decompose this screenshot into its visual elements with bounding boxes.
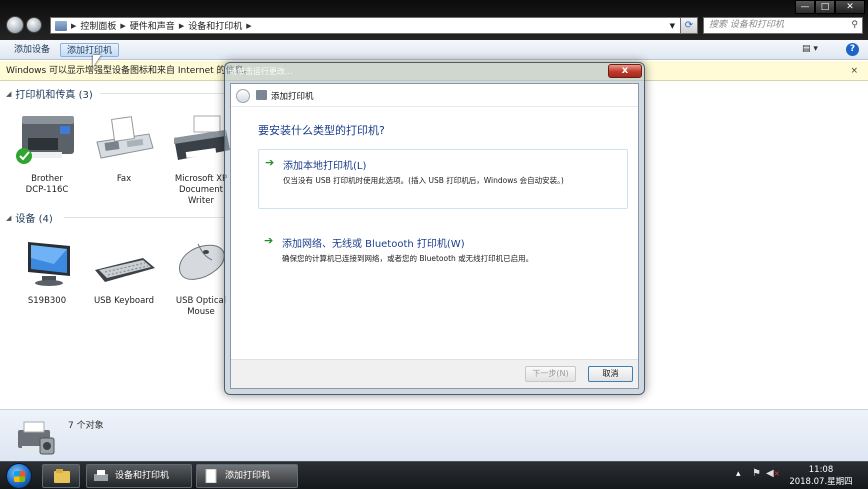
close-button[interactable]: ✕ (835, 0, 865, 14)
document-icon (205, 469, 217, 483)
fax-icon (96, 116, 154, 159)
monitor-icon (28, 242, 70, 286)
breadcrumb-separator: ▶ (178, 21, 185, 30)
task-label: 设备和打印机 (115, 471, 170, 481)
group-divider (64, 217, 224, 218)
device-label: Brother (31, 174, 63, 184)
forward-button[interactable] (26, 17, 42, 33)
device-brother-printer[interactable]: Brother DCP-116C (12, 112, 82, 196)
action-center-flag-icon[interactable]: ⚑ (752, 468, 761, 479)
dialog-close-button[interactable]: x (608, 64, 642, 78)
close-icon[interactable]: × (850, 61, 858, 81)
green-arrow-icon: ➔ (264, 234, 274, 247)
add-printer-button[interactable]: 添加打印机 (60, 43, 120, 57)
object-count: 7 个对象 (68, 421, 104, 431)
collapse-triangle-icon[interactable]: ◢ (6, 214, 11, 222)
device-fax[interactable]: Fax (89, 112, 159, 185)
printer-icon (256, 90, 267, 100)
device-label: DCP-116C (25, 185, 69, 195)
dialog-header: 添加打印机 (231, 84, 638, 107)
wizard-back-button[interactable] (236, 89, 250, 103)
system-clock[interactable]: 11:08 2018.07.星期四 (786, 464, 856, 488)
breadcrumb-separator: ▶ (120, 21, 126, 30)
info-bar-text: Windows 可以显示增强型设备图标和来自 Internet 的信息。 (6, 66, 253, 76)
default-check-icon (16, 148, 32, 164)
folder-icon (55, 20, 67, 31)
device-label: Fax (116, 174, 132, 184)
minimize-button[interactable]: — (795, 0, 815, 14)
group-header-printers[interactable]: ◢ 打印机和传真 (3) (6, 86, 93, 102)
option-title: 添加网络、无线或 Bluetooth 打印机(W) (282, 239, 465, 250)
task-label: 添加打印机 (225, 471, 271, 481)
dialog-client-area: 添加打印机 要安装什么类型的打印机? ➔ 添加本地打印机(L) 仅当没有 USB… (230, 83, 639, 389)
green-arrow-icon: ➔ (265, 156, 275, 169)
clock-time: 11:08 (808, 465, 834, 475)
search-input[interactable]: 搜索 设备和打印机 ⚲ (703, 17, 863, 34)
wizard-question: 要安装什么类型的打印机? (258, 124, 385, 137)
device-label: USB Keyboard (93, 296, 155, 306)
option-description: 仅当没有 USB 打印机时使用此选项。(插入 USB 打印机后，Windows … (283, 176, 564, 185)
show-hidden-icons-chevron-icon[interactable]: ▴ (736, 469, 741, 479)
breadcrumb-control-panel[interactable]: 控制面板 (80, 19, 116, 32)
device-keyboard[interactable]: USB Keyboard (89, 238, 159, 307)
dialog-window-title: 请单击运行更改... (229, 67, 293, 76)
mouse-cursor-icon (93, 55, 101, 67)
add-device-button[interactable]: 添加设备 (8, 43, 56, 57)
address-bar[interactable]: ▶ 控制面板 ▶ 硬件和声音 ▶ 设备和打印机 ▶ ▼ (50, 17, 698, 34)
taskbar-explorer[interactable] (42, 464, 80, 488)
chevron-down-icon[interactable]: ▼ (670, 22, 675, 30)
breadcrumb-separator: ▶ (71, 21, 77, 30)
dialog-footer: 下一步(N) 取消 (231, 359, 638, 388)
back-button[interactable] (6, 16, 24, 34)
help-icon[interactable]: ? (846, 43, 859, 56)
maximize-button[interactable]: □ (815, 0, 835, 14)
title-bar: ▶ 控制面板 ▶ 硬件和声音 ▶ 设备和打印机 ▶ ▼ ⟳ 搜索 设备和打印机 … (0, 0, 868, 40)
folder-icon (54, 469, 70, 483)
taskbar-add-printer[interactable]: 添加打印机 (196, 464, 298, 488)
search-icon[interactable]: ⚲ (851, 18, 858, 33)
group-divider (100, 93, 224, 94)
taskbar: 设备和打印机 添加打印机 ▴ ⚑ ◀✕ 11:08 2018.07.星期四 (0, 461, 868, 489)
breadcrumb-separator: ▶ (246, 21, 252, 30)
option-description: 确保您的计算机已连接到网络，或者您的 Bluetooth 或无线打印机已启用。 (282, 254, 534, 263)
start-button[interactable] (6, 463, 32, 489)
group-header-devices[interactable]: ◢ 设备 (4) (6, 210, 53, 226)
keyboard-icon (95, 258, 155, 282)
refresh-button[interactable]: ⟳ (680, 17, 698, 34)
next-button[interactable]: 下一步(N) (525, 366, 576, 382)
device-label: S19B300 (27, 296, 67, 306)
device-monitor[interactable]: S19B300 (12, 238, 82, 307)
view-icon[interactable]: ▤ ▾ (802, 44, 818, 54)
dialog-header-title: 添加打印机 (271, 92, 314, 102)
breadcrumb-hardware-sound[interactable]: 硬件和声音 (130, 19, 175, 32)
details-pane: 7 个对象 (0, 409, 868, 461)
collapse-triangle-icon[interactable]: ◢ (6, 90, 11, 98)
devices-printers-icon (18, 421, 55, 455)
taskbar-devices-printers[interactable]: 设备和打印机 (86, 464, 192, 488)
add-printer-dialog: 请单击运行更改... x 添加打印机 要安装什么类型的打印机? ➔ 添加本地打印… (224, 62, 645, 395)
clock-date: 2018.07.星期四 (789, 477, 853, 487)
printer-icon (94, 470, 108, 481)
group-label: 设备 (4) (15, 214, 53, 225)
multifunction-printer-icon (16, 116, 74, 164)
search-placeholder: 搜索 设备和打印机 (709, 20, 784, 30)
command-bar: 添加设备 添加打印机 ▤ ▾ ? (0, 40, 868, 60)
option-title: 添加本地打印机(L) (283, 161, 367, 172)
group-label: 打印机和传真 (3) (15, 90, 93, 101)
option-add-network-printer[interactable]: ➔ 添加网络、无线或 Bluetooth 打印机(W) 确保您的计算机已连接到网… (258, 228, 628, 288)
volume-muted-icon[interactable]: ◀✕ (766, 468, 780, 479)
option-add-local-printer[interactable]: ➔ 添加本地打印机(L) 仅当没有 USB 打印机时使用此选项。(插入 USB … (258, 149, 628, 209)
cancel-button[interactable]: 取消 (588, 366, 633, 382)
breadcrumb-devices-printers[interactable]: 设备和打印机 (188, 19, 242, 32)
windows-logo-icon (14, 471, 25, 482)
